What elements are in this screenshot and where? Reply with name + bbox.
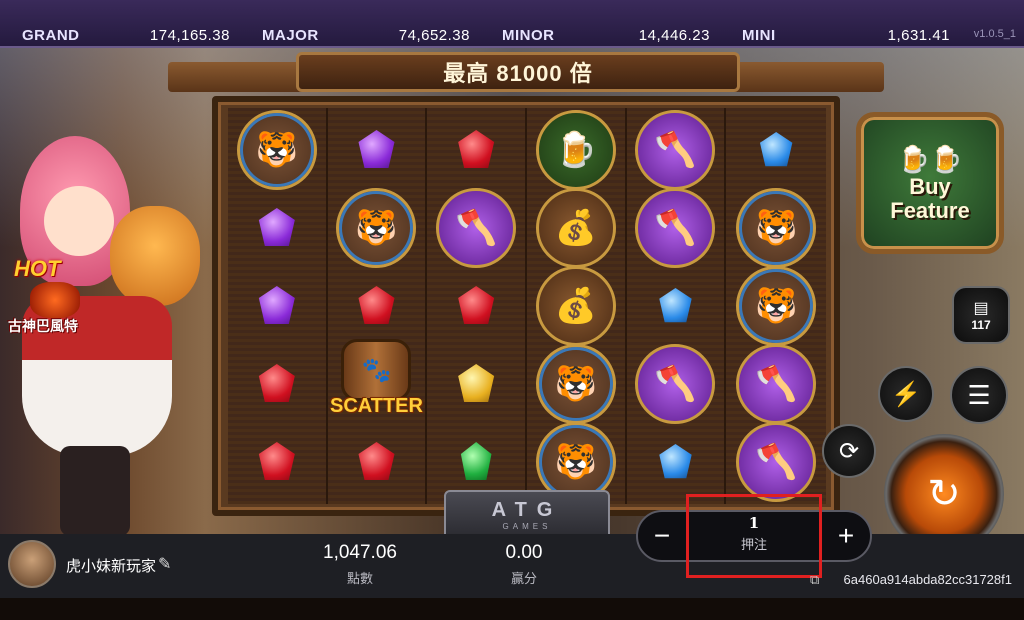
red-gem-symbol: [358, 286, 395, 324]
jackpot-bar: GRAND 174,165.38 MAJOR 74,652.38 MINOR 1…: [0, 0, 1024, 48]
red-gem-symbol: [258, 364, 295, 402]
avatar[interactable]: [8, 540, 56, 588]
axe-medal-symbol: 🪓: [635, 188, 716, 268]
tiger-cub: [110, 206, 200, 306]
red-gem-symbol: [458, 286, 495, 324]
spin-icon: ↻: [927, 472, 961, 516]
axe-medal-symbol: 🪓: [635, 110, 716, 190]
mask-medal-symbol: 🐯: [736, 188, 817, 268]
purple-gem-symbol: [258, 286, 295, 324]
balance-value: 1,047.06: [323, 542, 397, 563]
gold-sack-medal-symbol: 💰: [535, 266, 616, 346]
jackpot-minor-value: 14,446.23: [638, 27, 710, 44]
mask-medal-symbol: 🐯: [535, 344, 616, 424]
autoplay-icon: ⟳: [838, 437, 860, 465]
reel-column: 🪓: [427, 108, 527, 504]
beer-mugs-icon: 🍺🍺: [897, 143, 963, 174]
green-gem-symbol: [460, 442, 492, 480]
red-gem-symbol: [358, 442, 395, 480]
mask-medal-symbol: 🐯: [736, 266, 817, 346]
purple-gem-symbol: [358, 130, 395, 168]
edit-name-icon[interactable]: ✎: [158, 554, 171, 574]
reel-column: 🪓 🪓 🪓: [626, 108, 727, 504]
hamburger-menu-icon: ☰: [967, 379, 991, 410]
lightning-icon: ⚡: [891, 380, 921, 408]
win-label: 贏分: [510, 571, 537, 586]
atg-logo: ATG GAMES: [444, 490, 610, 540]
blue-gem-symbol: [759, 132, 793, 167]
mascot-face: [44, 186, 114, 256]
red-gem-symbol: [458, 130, 495, 168]
bet-highlight-box: [686, 494, 822, 578]
jackpot-mini-value: 1,631.41: [887, 27, 950, 44]
logo-main: ATG: [491, 499, 563, 521]
reel-grid: 🐯 🐯 🐾 SCATTER 🪓 🍺 💰 💰 🐯 🐯 🪓 🪓 🪓 🐯 🐯 🪓 🪓: [228, 108, 826, 504]
axe-medal-symbol: 🪓: [736, 344, 817, 424]
bet-increase-button[interactable]: +: [824, 514, 868, 558]
buy-feature-line2: Feature: [890, 197, 970, 223]
copy-icon[interactable]: ⧉: [810, 572, 819, 588]
bet-decrease-button[interactable]: −: [640, 514, 684, 558]
mascot-legs: [60, 446, 130, 536]
reel-column: 🐯 🐾 SCATTER: [326, 108, 428, 504]
hot-game-badge[interactable]: HOT 古神巴風特: [8, 256, 108, 336]
session-id: 6a460a914abda82cc31728f1: [843, 572, 1012, 587]
history-button[interactable]: ▤ 117: [952, 286, 1010, 344]
version-label: v1.0.5_1: [973, 28, 1016, 40]
jackpot-grand-value: 174,165.38: [149, 27, 230, 44]
history-icon: ▤: [973, 300, 989, 317]
win-value: 0.00: [505, 542, 543, 563]
scatter-symbol: 🐾 SCATTER: [326, 339, 426, 429]
buy-feature-line1: Buy: [909, 173, 951, 199]
turbo-button[interactable]: ⚡: [878, 366, 934, 422]
jackpot-major-label: MAJOR: [262, 27, 319, 44]
reel-column: 🍺 💰 💰 🐯 🐯: [526, 108, 627, 504]
mask-medal-symbol: 🐯: [336, 188, 417, 268]
scatter-label: SCATTER: [330, 395, 423, 417]
blue-gem-symbol: [659, 444, 692, 479]
balance-label: 點數: [346, 571, 373, 586]
axe-medal-symbol: 🪓: [436, 188, 517, 268]
jackpot-major-value: 74,652.38: [398, 27, 470, 44]
hot-label: HOT: [14, 256, 61, 281]
player-name: 虎小妹新玩家: [66, 558, 157, 575]
jackpot-minor-label: MINOR: [502, 27, 555, 44]
hot-game-name: 古神巴風特: [8, 318, 78, 334]
autoplay-button[interactable]: ⟳: [822, 424, 876, 478]
barrel-icon: 🐾: [341, 339, 412, 401]
gold-sack-medal-symbol: 💰: [535, 188, 616, 268]
axe-medal-symbol: 🪓: [635, 344, 716, 424]
jackpot-grand-label: GRAND: [22, 27, 80, 44]
reel-column: 🐯 🐯 🪓 🪓: [726, 108, 826, 504]
reel-column: 🐯: [228, 108, 328, 504]
max-win-plaque: 最高 81000 倍: [296, 52, 740, 92]
mask-medal-symbol: 🐯: [236, 110, 317, 190]
menu-button[interactable]: ☰: [950, 366, 1008, 424]
history-count: 117: [971, 318, 991, 332]
axe-medal-symbol: 🪓: [736, 422, 817, 502]
jackpot-mini-label: MINI: [742, 27, 776, 44]
demon-head-icon: [30, 282, 80, 318]
purple-gem-symbol: [258, 208, 295, 246]
buy-feature-button[interactable]: 🍺🍺 Buy Feature: [856, 112, 1004, 254]
yellow-gem-symbol: [458, 364, 495, 402]
logo-sub: GAMES: [502, 522, 552, 531]
blue-gem-symbol: [659, 288, 692, 323]
bottom-strip: [0, 598, 1024, 620]
mug-medal-symbol: 🍺: [535, 110, 616, 190]
red-gem-symbol: [258, 442, 295, 480]
max-win-text: 最高 81000 倍: [443, 61, 593, 86]
